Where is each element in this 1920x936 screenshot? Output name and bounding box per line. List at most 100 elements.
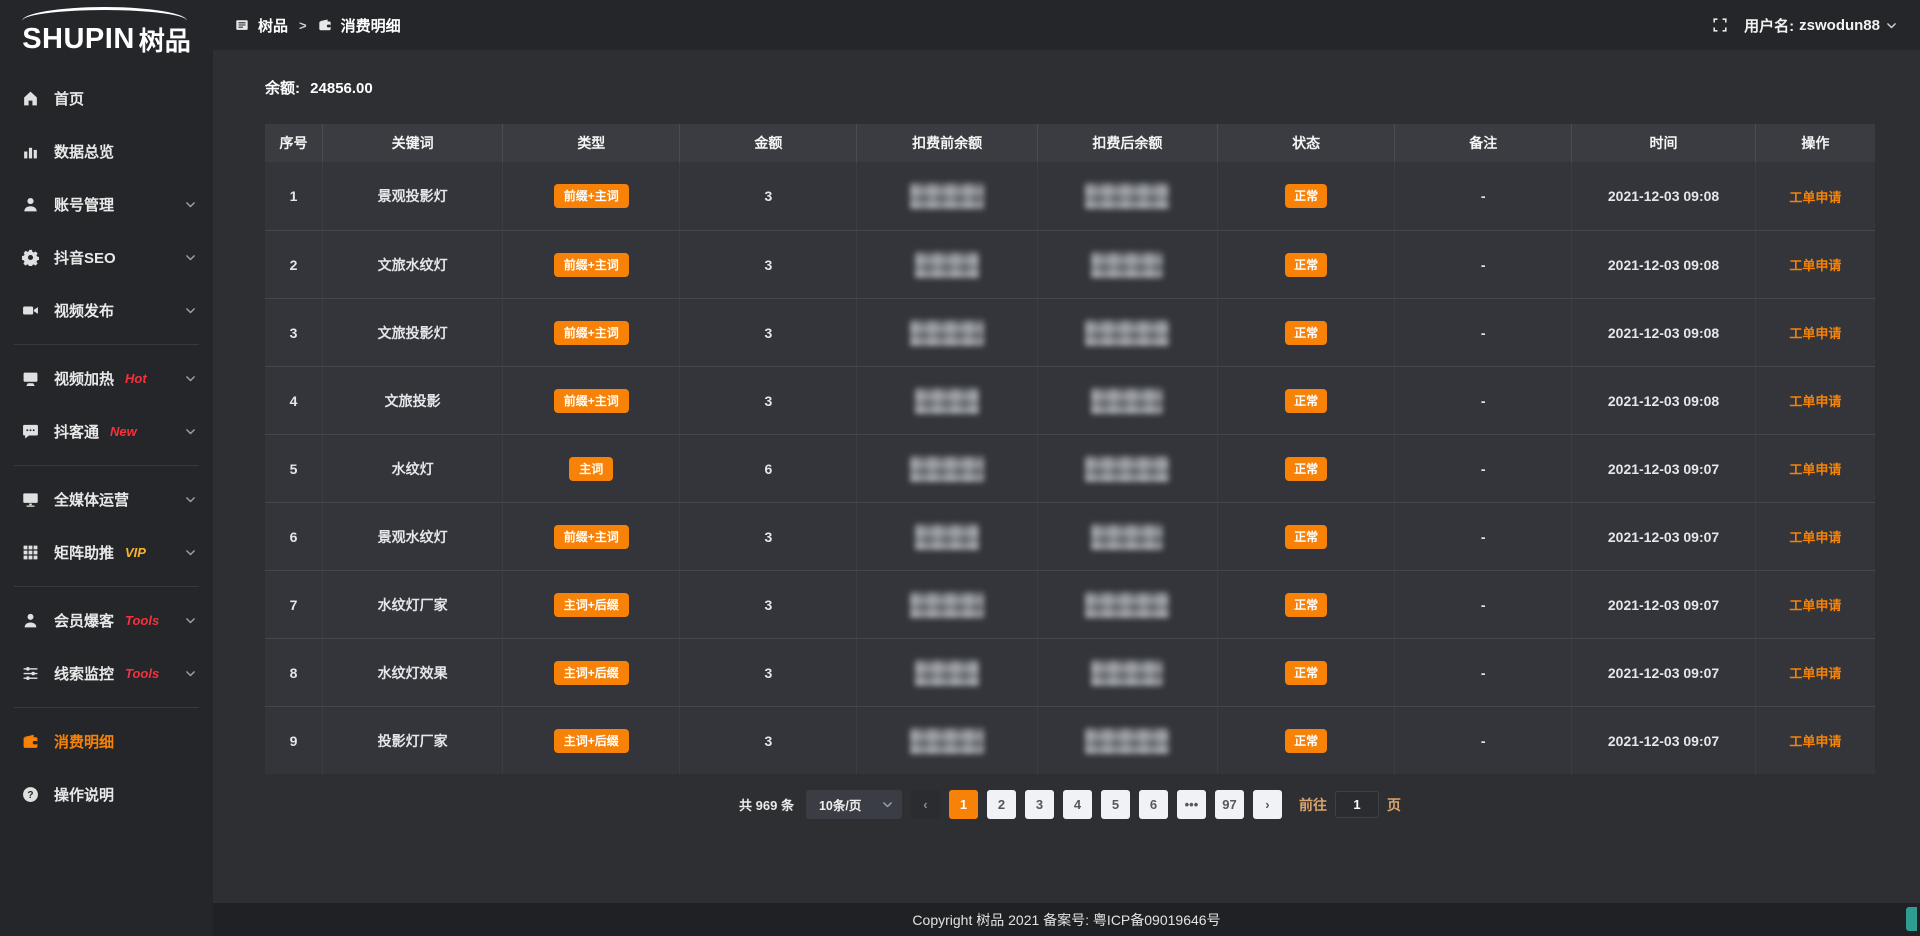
- table-row: 8 水纹灯效果 主词+后缀 3 正常 - 2021-12-03 09:07 工单…: [265, 638, 1875, 706]
- bar-chart-icon: [22, 143, 39, 160]
- goto-page-input[interactable]: [1335, 791, 1379, 818]
- balance-before-redacted: [910, 320, 984, 346]
- sliders-icon: [22, 665, 39, 682]
- user-icon: [22, 196, 39, 213]
- status-badge: 正常: [1285, 457, 1327, 481]
- cell-no: 8: [265, 639, 323, 706]
- fullscreen-icon[interactable]: [1712, 17, 1728, 33]
- sidebar-item-video-publish[interactable]: 视频发布: [0, 284, 213, 337]
- balance-before-redacted: [910, 456, 984, 482]
- page-button-1[interactable]: 1: [949, 790, 978, 819]
- cell-time: 2021-12-03 09:07: [1572, 639, 1756, 706]
- cell-remark: -: [1395, 162, 1572, 230]
- breadcrumb-item-app[interactable]: 树品: [258, 15, 288, 36]
- sidebar-item-instructions[interactable]: 操作说明: [0, 768, 213, 821]
- chat-icon: [22, 423, 39, 440]
- work-order-link[interactable]: 工单申请: [1789, 255, 1841, 274]
- type-badge: 前缀+主词: [554, 525, 629, 549]
- breadcrumb: 树品 > 消费明细: [235, 15, 401, 36]
- cell-no: 9: [265, 707, 323, 774]
- type-badge: 主词+后缀: [554, 661, 629, 685]
- sidebar-item-matrix-boost[interactable]: 矩阵助推 VIP: [0, 526, 213, 579]
- table-header-cell: 类型: [503, 124, 680, 162]
- page-button-2[interactable]: 2: [987, 790, 1016, 819]
- cell-amount: 3: [680, 299, 857, 366]
- cell-remark: -: [1395, 639, 1572, 706]
- table-header-cell: 操作: [1756, 124, 1875, 162]
- grid-icon: [22, 544, 39, 561]
- work-order-link[interactable]: 工单申请: [1789, 731, 1841, 750]
- table-header-cell: 扣费前余额: [857, 124, 1037, 162]
- page-button-3[interactable]: 3: [1025, 790, 1054, 819]
- topbar-right: 用户名: zswodun88: [1712, 15, 1898, 36]
- sidebar-item-home[interactable]: 首页: [0, 72, 213, 125]
- sidebar-item-douyin-seo[interactable]: 抖音SEO: [0, 231, 213, 284]
- logo-text: SHUPIN: [22, 25, 135, 54]
- balance-before-redacted: [915, 388, 979, 414]
- total-count: 共 969 条: [739, 795, 794, 814]
- sidebar-item-label: 抖音SEO: [54, 247, 116, 268]
- work-order-link[interactable]: 工单申请: [1789, 187, 1841, 206]
- cell-remark: -: [1395, 571, 1572, 638]
- cell-no: 5: [265, 435, 323, 502]
- next-page-button[interactable]: ›: [1253, 790, 1282, 819]
- sidebar-item-video-heating[interactable]: 视频加热 Hot: [0, 352, 213, 405]
- work-order-link[interactable]: 工单申请: [1789, 459, 1841, 478]
- last-page-button[interactable]: 97: [1215, 790, 1244, 819]
- page-size-value: 10条/页: [819, 795, 861, 814]
- chevron-down-icon: [1885, 19, 1898, 32]
- sidebar-item-data-overview[interactable]: 数据总览: [0, 125, 213, 178]
- balance-after-redacted: [1085, 592, 1169, 618]
- floating-widget[interactable]: [1906, 907, 1917, 931]
- chevron-down-icon: [184, 667, 197, 680]
- sidebar-item-account-management[interactable]: 账号管理: [0, 178, 213, 231]
- cell-keyword: 文旅投影灯: [323, 299, 503, 366]
- cell-time: 2021-12-03 09:07: [1572, 707, 1756, 774]
- status-badge: 正常: [1285, 253, 1327, 277]
- balance-after-redacted: [1085, 320, 1169, 346]
- status-badge: 正常: [1285, 729, 1327, 753]
- page-button-6[interactable]: 6: [1139, 790, 1168, 819]
- work-order-link[interactable]: 工单申请: [1789, 595, 1841, 614]
- sidebar-item-member-burst[interactable]: 会员爆客 Tools: [0, 594, 213, 647]
- work-order-link[interactable]: 工单申请: [1789, 663, 1841, 682]
- goto-page: 前往 页: [1299, 791, 1401, 818]
- user-menu[interactable]: 用户名: zswodun88: [1744, 15, 1898, 36]
- cell-time: 2021-12-03 09:08: [1572, 162, 1756, 230]
- table-row: 9 投影灯厂家 主词+后缀 3 正常 - 2021-12-03 09:07 工单…: [265, 706, 1875, 774]
- ellipsis-button[interactable]: •••: [1177, 790, 1206, 819]
- cell-amount: 3: [680, 367, 857, 434]
- table-row: 4 文旅投影 前缀+主词 3 正常 - 2021-12-03 09:08 工单申…: [265, 366, 1875, 434]
- chevron-down-icon: [184, 372, 197, 385]
- page-button-4[interactable]: 4: [1063, 790, 1092, 819]
- balance-label: 余额:: [265, 80, 300, 97]
- sidebar-item-clue-monitor[interactable]: 线索监控 Tools: [0, 647, 213, 700]
- chevron-down-icon: [184, 304, 197, 317]
- work-order-link[interactable]: 工单申请: [1789, 391, 1841, 410]
- copyright-text: Copyright 树品 2021 备案号: 粤ICP备09019646号: [912, 910, 1220, 930]
- page-button-5[interactable]: 5: [1101, 790, 1130, 819]
- table-header-cell: 状态: [1218, 124, 1395, 162]
- work-order-link[interactable]: 工单申请: [1789, 527, 1841, 546]
- cell-remark: -: [1395, 299, 1572, 366]
- cell-remark: -: [1395, 707, 1572, 774]
- balance-after-redacted: [1085, 183, 1169, 209]
- page-size-select[interactable]: 10条/页: [806, 790, 902, 819]
- table-row: 3 文旅投影灯 前缀+主词 3 正常 - 2021-12-03 09:08 工单…: [265, 298, 1875, 366]
- sidebar-item-douketong[interactable]: 抖客通 New: [0, 405, 213, 458]
- type-badge: 主词+后缀: [554, 593, 629, 617]
- sidebar-item-consumption-detail[interactable]: 消费明细: [0, 715, 213, 768]
- balance-before-redacted: [910, 183, 984, 209]
- type-badge: 前缀+主词: [554, 184, 629, 208]
- username-value: zswodun88: [1799, 17, 1880, 34]
- page-buttons: 123456: [949, 790, 1168, 819]
- type-badge: 主词: [569, 457, 613, 481]
- sidebar-item-label: 账号管理: [54, 194, 114, 215]
- cell-amount: 3: [680, 231, 857, 298]
- cell-amount: 3: [680, 707, 857, 774]
- sidebar-item-all-media-operation[interactable]: 全媒体运营: [0, 473, 213, 526]
- cell-time: 2021-12-03 09:08: [1572, 367, 1756, 434]
- work-order-link[interactable]: 工单申请: [1789, 323, 1841, 342]
- sidebar-item-label: 抖客通: [54, 421, 99, 442]
- prev-page-button[interactable]: ‹: [911, 790, 940, 819]
